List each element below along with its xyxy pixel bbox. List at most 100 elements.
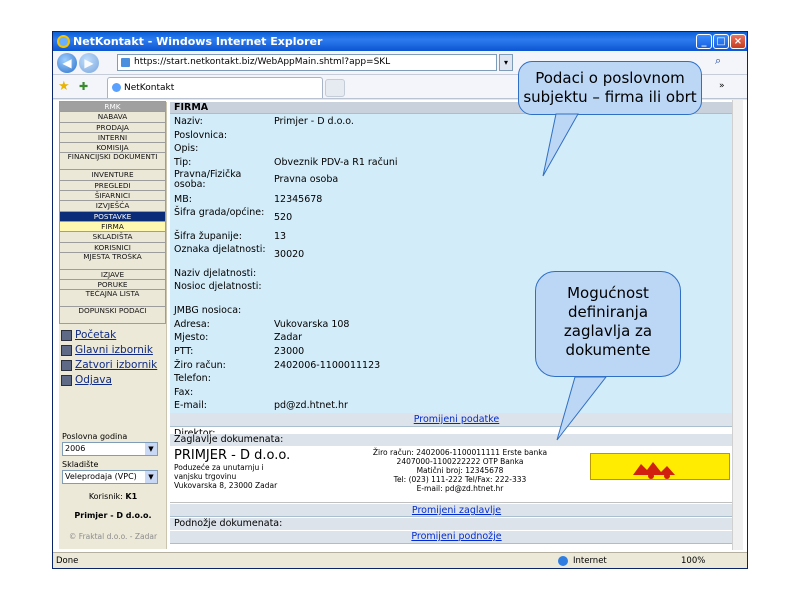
sidebar-link-label: Početak <box>75 329 117 342</box>
company-logo <box>590 453 730 480</box>
user-info: Korisnik: K1 <box>59 492 167 501</box>
scrollbar[interactable] <box>732 100 743 550</box>
field-label: MB: <box>174 193 192 205</box>
sidebar-link-main-menu[interactable]: Glavni izbornik <box>59 343 166 358</box>
field-value: 12345678 <box>274 193 323 205</box>
field-value: 2402006-1100011123 <box>274 359 381 371</box>
maximize-button[interactable]: □ <box>713 34 729 49</box>
doc-mb: Matični broj: 12345678 <box>416 466 504 475</box>
doc-company-addr: Vukovarska 8, 23000 Zadar <box>174 481 278 490</box>
status-bar: Done Internet 100% <box>53 552 747 568</box>
change-header-link[interactable]: Promijeni zaglavlje <box>170 505 743 516</box>
sidebar-menu: RMK NABAVA PRODAJA INTERNI KOMISIJA FINANCIJS… <box>59 101 166 325</box>
home-icon <box>61 330 72 342</box>
year-label: Poslovna godina <box>62 432 128 441</box>
field-label: Naziv: <box>174 116 203 127</box>
sidebar-links: Početak Glavni izbornik Zatvori izbornik Od… <box>59 328 166 388</box>
favorites-star-icon[interactable]: ★ <box>58 79 70 94</box>
field-label: Poslovnica: <box>174 129 228 141</box>
warehouse-label: Skladište <box>62 460 99 469</box>
field-value: Primjer - D d.o.o. <box>274 116 354 127</box>
field-label: Telefon: <box>174 373 211 385</box>
field-value: 520 <box>274 211 293 223</box>
sidebar-link-logout[interactable]: Odjava <box>59 373 166 388</box>
sidebar-item-tečajna-lista[interactable]: TEČAJNA LISTA <box>59 289 166 308</box>
doc-company-name: PRIMJER - D d.o.o. <box>174 448 291 463</box>
doc-tel: Tel: (023) 111-222 Tel/Fax: 222-333 <box>393 475 527 484</box>
field-label: JMBG nosioca: <box>174 305 242 317</box>
footer-doc-label: Podnožje dokumenata: <box>170 518 743 530</box>
field-label: Naziv djelatnosti: <box>174 268 257 280</box>
address-dropdown-button[interactable]: ▾ <box>499 54 513 71</box>
header-doc-label: Zaglavlje dokumenata: <box>170 434 743 446</box>
globe-icon <box>558 556 568 566</box>
ie-icon: e <box>57 35 70 48</box>
sidebar-item-financijski-dokumenti[interactable]: FINANCIJSKI DOKUMENTI <box>59 152 166 171</box>
minimize-button[interactable]: _ <box>696 34 712 49</box>
new-tab-button[interactable] <box>325 79 345 97</box>
close-menu-icon <box>61 360 72 372</box>
user-value: K1 <box>125 492 138 501</box>
tools-chevron-icon[interactable]: » <box>719 81 725 91</box>
field-label: Šifra županije: <box>174 231 242 242</box>
back-button[interactable]: ◀ <box>57 53 77 73</box>
field-label: Pravna/Fizička osoba: <box>174 169 242 191</box>
change-footer-link[interactable]: Promijeni podnožje <box>170 531 743 542</box>
search-icon[interactable]: ⌕ <box>715 54 731 71</box>
field-value: 23000 <box>274 346 305 357</box>
callout-top-text: Podaci o poslovnom subjektu – firma ili … <box>523 69 697 106</box>
tab-page-icon <box>112 83 121 92</box>
field-value: Pravna osoba <box>274 174 339 186</box>
logo-graphic <box>633 462 675 479</box>
sidebar-item-mjesta-troška[interactable]: MJESTA TROŠKA <box>59 251 166 270</box>
chevron-down-icon: ▼ <box>145 471 157 483</box>
sidebar: RMK NABAVA PRODAJA INTERNI KOMISIJA FINANCIJS… <box>59 101 167 549</box>
field-label: Šifra grada/općine: <box>174 206 265 218</box>
tab-label: NetKontakt <box>124 83 175 93</box>
year-select[interactable]: 2006 ▼ <box>62 442 158 456</box>
sidebar-item-dopunski-podaci[interactable]: DOPUNSKI PODACI <box>59 306 166 325</box>
doc-bank1: Žiro račun: 2402006-1100011111 Erste ban… <box>372 448 548 457</box>
field-label: E-mail: <box>174 400 207 412</box>
callout-header-definition: Mogućnost definiranja zaglavlja za dokum… <box>535 271 681 377</box>
field-label: Opis: <box>174 143 199 155</box>
page-icon <box>121 58 130 67</box>
company-name: Primjer - D d.o.o. <box>74 511 152 520</box>
logout-icon <box>61 375 72 387</box>
field-label: Mjesto: <box>174 332 209 344</box>
header-doc-preview: PRIMJER - D d.o.o. Poduzeće za unutarnju… <box>170 446 743 502</box>
field-label: Adresa: <box>174 318 210 330</box>
field-value: pd@zd.htnet.hr <box>274 400 348 412</box>
warehouse-select-value: Veleprodaja (VPC) <box>65 472 137 481</box>
title-bar: e NetKontakt - Windows Internet Explorer… <box>53 32 747 51</box>
sidebar-link-close-menu[interactable]: Zatvori izbornik <box>59 358 166 373</box>
zoom-level[interactable]: 100% <box>681 553 705 568</box>
firma-panel: FIRMA Naziv: Primjer - D d.o.o. Poslovnica… <box>170 102 743 439</box>
main-menu-icon <box>61 345 72 357</box>
close-button[interactable]: × <box>730 34 746 49</box>
doc-company-desc1: Poduzeće za unutarnju i <box>174 463 264 472</box>
field-label: Fax: <box>174 386 194 398</box>
year-select-value: 2006 <box>65 444 86 453</box>
address-text: https://start.netkontakt.biz/WebAppMain.… <box>134 57 391 67</box>
add-favorite-icon[interactable]: ✚ <box>79 80 88 93</box>
sidebar-link-label: Odjava <box>75 374 112 387</box>
field-value: 30020 <box>274 248 305 260</box>
sidebar-link-home[interactable]: Početak <box>59 328 166 343</box>
field-value: Obveznik PDV-a R1 računi <box>274 156 398 168</box>
doc-bank-info: Žiro račun: 2402006-1100011111 Erste ban… <box>350 448 570 493</box>
field-label: Žiro račun: <box>174 359 226 371</box>
field-value: Vukovarska 108 <box>274 318 350 330</box>
chevron-down-icon: ▼ <box>145 443 157 455</box>
doc-company-desc2: vanjsku trgovinu <box>174 472 237 481</box>
field-label: Tip: <box>174 156 192 168</box>
forward-button[interactable]: ▶ <box>79 53 99 73</box>
change-data-link[interactable]: Promijeni podatke <box>170 414 743 425</box>
warehouse-select[interactable]: Veleprodaja (VPC) ▼ <box>62 470 158 484</box>
callout-bottom-text: Mogućnost definiranja zaglavlja za dokum… <box>563 284 653 359</box>
user-label: Korisnik: <box>88 492 123 501</box>
field-label: PTT: <box>174 346 194 357</box>
address-bar[interactable]: https://start.netkontakt.biz/WebAppMain.… <box>117 54 497 71</box>
tab-netkontakt[interactable]: NetKontakt <box>107 77 323 98</box>
field-value: Zadar <box>274 332 303 344</box>
